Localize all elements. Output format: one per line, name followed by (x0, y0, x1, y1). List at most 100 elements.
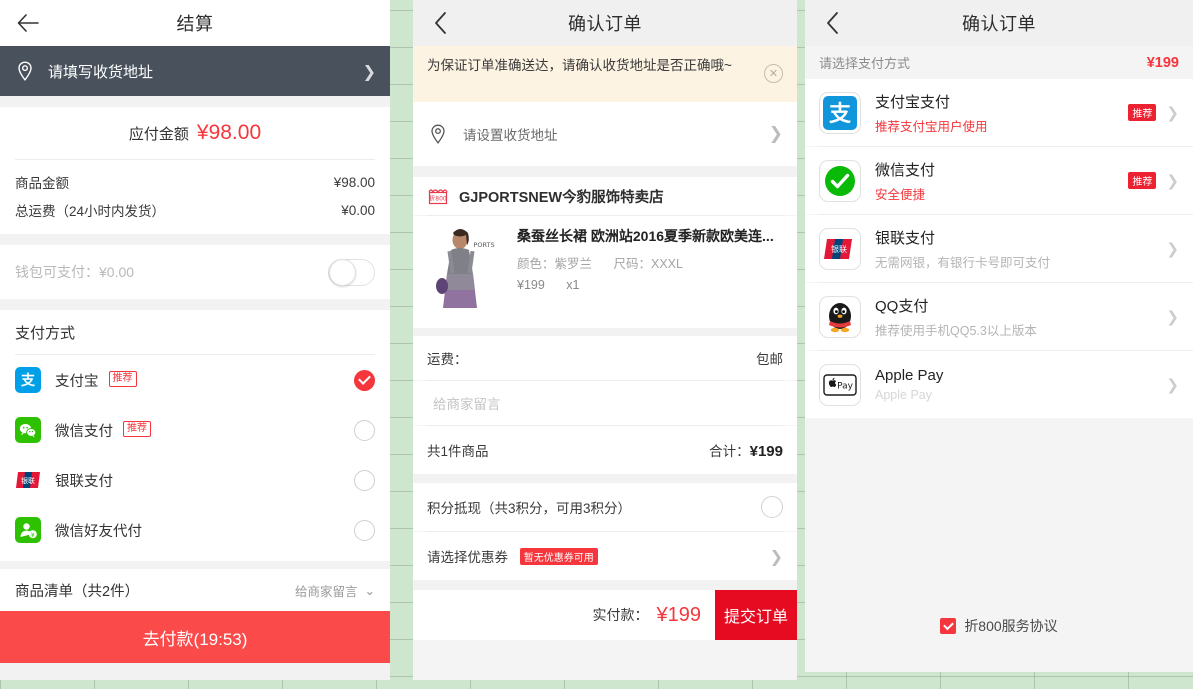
pay-now-button[interactable]: 去付款(19:53) (0, 611, 390, 663)
payment-option-applepay[interactable]: Pay Apple Pay Apple Pay ❯ (805, 351, 1193, 418)
payable-amount: ¥98.00 (196, 121, 262, 144)
total-count-label: 共1件商品 (427, 444, 489, 459)
merchant-message-row[interactable]: 给商家留言 (413, 381, 797, 425)
alipay-icon: 支 (15, 367, 41, 393)
pay-method-wechat-friend[interactable]: ¥ 微信好友代付 (0, 505, 390, 555)
chevron-right-icon: ❯ (1166, 171, 1179, 190)
set-address-row[interactable]: 请设置收货地址 ❯ (413, 102, 797, 166)
back-button[interactable] (427, 9, 455, 37)
location-pin-icon (14, 60, 36, 82)
address-bar[interactable]: 请填写收货地址 ❯ (0, 46, 390, 96)
chevron-right-icon: ❯ (1166, 307, 1179, 326)
recommend-tag: 推荐 (1128, 104, 1157, 121)
pay-method-radio[interactable] (354, 369, 375, 391)
select-payment-header: 请选择支付方式 ¥199 (805, 46, 1193, 79)
submit-order-button[interactable]: 提交订单 (715, 590, 797, 640)
recommend-tag: 推荐 (108, 371, 137, 387)
svg-text:支: 支 (20, 372, 36, 389)
pay-method-radio[interactable] (354, 419, 375, 441)
svg-text:折800: 折800 (429, 195, 447, 203)
svg-text:Pay: Pay (837, 381, 854, 391)
pay-method-wechat[interactable]: 微信支付 推荐 (0, 405, 390, 455)
merchant-message-input[interactable]: 给商家留言 (427, 393, 501, 413)
agreement-checkbox[interactable] (940, 618, 957, 634)
panel-bottom-strip (0, 663, 390, 680)
goods-list-right[interactable]: 给商家留言 ⌄ (295, 581, 375, 600)
recommend-tag: 推荐 (123, 421, 151, 437)
order-confirm-panel: 确认订单 为保证订单准确送达，请确认收货地址是否正确哦~ ✕ 请设置收货地址 ❯ (413, 0, 797, 680)
chevron-right-icon: ❯ (1166, 375, 1179, 394)
points-label: 积分抵现（共3积分，可用3积分） (427, 501, 632, 516)
product-size: 尺码：XXXL (613, 257, 683, 271)
page-title: 确认订单 (568, 14, 642, 34)
apple-pay-icon: Pay (819, 363, 861, 406)
wechat-friend-pay-icon: ¥ (15, 517, 41, 543)
total-label: 合计： (709, 444, 750, 459)
product-price-row: ¥199 x1 (517, 278, 783, 292)
chevron-left-icon (435, 12, 446, 34)
pay-method-radio[interactable] (354, 469, 375, 491)
total-right: 合计：¥199 (709, 440, 783, 460)
wallet-row: 钱包可支付：¥0.00 (0, 245, 390, 299)
option-texts: 微信支付 安全便捷 (875, 159, 1128, 203)
payment-option-alipay[interactable]: 支 支付宝支付 推荐支付宝用户使用 推荐 ❯ (805, 79, 1193, 146)
section-gap (413, 474, 797, 483)
section-gap (0, 96, 390, 107)
option-texts: 银联支付 无需网银，有银行卡号即可支付 (875, 227, 1166, 271)
order-footer: 实付款： ¥199 提交订单 (413, 590, 797, 640)
notice-text: 为保证订单准确送达，请确认收货地址是否正确哦~ (427, 58, 732, 73)
svg-text:支: 支 (829, 102, 852, 127)
payable-amount-row: 应付金额 ¥98.00 (0, 107, 390, 159)
product-price: ¥199 (517, 278, 545, 292)
payment-option-wechat[interactable]: 微信支付 安全便捷 推荐 ❯ (805, 147, 1193, 214)
option-subtitle: 安全便捷 (875, 187, 926, 202)
unionpay-icon: 银联 (819, 227, 861, 270)
goods-list-row[interactable]: 商品清单（共2件） 给商家留言 ⌄ (0, 569, 390, 611)
pay-method-radio[interactable] (354, 519, 375, 541)
merchant-note-label: 给商家留言 (295, 584, 358, 599)
option-title: 银联支付 (875, 229, 936, 247)
shop-row[interactable]: 折800 GJPORTSNEW今豹服饰特卖店 (413, 177, 797, 215)
option-subtitle: 推荐支付宝用户使用 (875, 119, 988, 134)
chevron-right-icon: ❯ (769, 546, 783, 566)
summary-label: 总运费（24小时内发货） (15, 204, 166, 219)
pay-method-unionpay[interactable]: 银联 银联支付 (0, 455, 390, 505)
pay-method-alipay[interactable]: 支 支付宝 推荐 (0, 355, 390, 405)
coupon-row[interactable]: 请选择优惠券 暂无优惠券可用 ❯ (413, 532, 797, 580)
page-title: 确认订单 (962, 14, 1036, 34)
option-subtitle: 推荐使用手机QQ5.3以上版本 (875, 323, 1037, 338)
points-deduction-row[interactable]: 积分抵现（共3积分，可用3积分） (413, 483, 797, 531)
order-total-row: 共1件商品 合计：¥199 (413, 426, 797, 474)
product-info: 桑蚕丝长裙 欧洲站2016夏季新款欧美连... 颜色：紫罗兰 尺码：XXXL ¥… (517, 226, 783, 314)
wechat-pay-icon (819, 159, 861, 202)
shipping-row: 运费： 包邮 (413, 336, 797, 380)
back-button[interactable] (819, 9, 847, 37)
right-navbar: 确认订单 (805, 0, 1193, 46)
close-circle-icon[interactable]: ✕ (764, 64, 783, 83)
product-thumbnail: PORTS (427, 226, 505, 314)
service-agreement-row[interactable]: 折800服务协议 (805, 616, 1193, 636)
product-row[interactable]: PORTS 桑蚕丝长裙 欧洲站2016夏季新款欧美连... 颜色：紫罗兰 尺码：… (413, 216, 797, 328)
section-gap (0, 561, 390, 569)
option-title: 支付宝支付 (875, 93, 951, 111)
product-color: 颜色：紫罗兰 (517, 257, 593, 271)
amount-section: 应付金额 ¥98.00 商品金额 ¥98.00 总运费（24小时内发货） ¥0.… (0, 107, 390, 234)
shop-name: GJPORTSNEW今豹服饰特卖店 (459, 189, 664, 206)
shipping-value: 包邮 (756, 352, 783, 367)
chevron-right-icon: ❯ (362, 61, 376, 81)
wallet-toggle[interactable] (328, 258, 375, 286)
back-button[interactable] (14, 9, 42, 37)
option-texts: QQ支付 推荐使用手机QQ5.3以上版本 (875, 295, 1166, 339)
section-gap (413, 328, 797, 336)
option-texts: Apple Pay Apple Pay (875, 367, 1166, 402)
coupon-status-tag: 暂无优惠券可用 (519, 548, 598, 565)
payment-option-qq[interactable]: QQ支付 推荐使用手机QQ5.3以上版本 ❯ (805, 283, 1193, 350)
shop-icon: 折800 (427, 186, 449, 206)
option-subtitle: Apple Pay (875, 388, 932, 402)
total-value: ¥199 (749, 443, 783, 460)
chevron-down-icon: ⌄ (364, 582, 375, 598)
payment-option-unionpay[interactable]: 银联 银联支付 无需网银，有银行卡号即可支付 ❯ (805, 215, 1193, 282)
recommend-tag: 推荐 (1128, 172, 1157, 189)
points-checkbox[interactable] (761, 496, 783, 518)
pay-method-label: 银联支付 (55, 473, 113, 490)
